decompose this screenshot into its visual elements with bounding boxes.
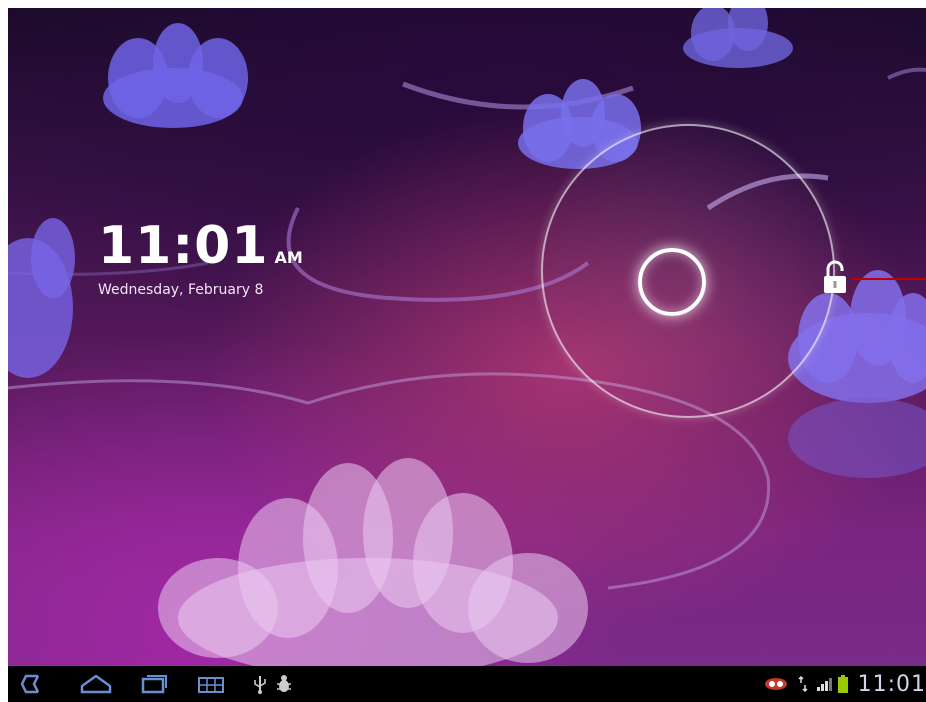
home-button[interactable] (78, 666, 114, 702)
status-area[interactable]: 11:01 (756, 666, 926, 702)
notification-icon (765, 678, 787, 690)
usb-notification[interactable] (252, 666, 268, 702)
unlock-drag-line (852, 278, 926, 280)
system-bar: 11:01 (8, 666, 926, 702)
lockscreen-date: Wednesday, February 8 (98, 282, 264, 298)
screenshot-button[interactable] (196, 666, 228, 702)
data-transfer-icon (798, 676, 808, 692)
home-icon (80, 674, 112, 694)
signal-icon (817, 678, 832, 691)
recent-apps-icon (141, 675, 167, 694)
usb-debugging-icon (277, 675, 291, 692)
lock-screen[interactable]: 11:01 AM Wednesday, February 8 (8, 8, 926, 666)
clock-time: 11:01 (98, 216, 269, 276)
tablet-device: 11:01 AM Wednesday, February 8 11:01 (8, 8, 926, 702)
debug-notification[interactable] (276, 666, 292, 702)
clock-ampm: AM (274, 248, 303, 267)
back-icon (20, 674, 40, 694)
unlock-handle[interactable] (638, 248, 706, 316)
back-button[interactable] (18, 666, 48, 702)
unlock-icon[interactable] (818, 258, 852, 298)
battery-icon (838, 675, 848, 693)
status-clock[interactable]: 11:01 (858, 672, 926, 697)
recent-apps-button[interactable] (138, 666, 170, 702)
screenshot-icon (198, 677, 224, 693)
usb-icon (254, 676, 266, 694)
lockscreen-clock: 11:01 AM Wednesday, February 8 (98, 220, 303, 298)
